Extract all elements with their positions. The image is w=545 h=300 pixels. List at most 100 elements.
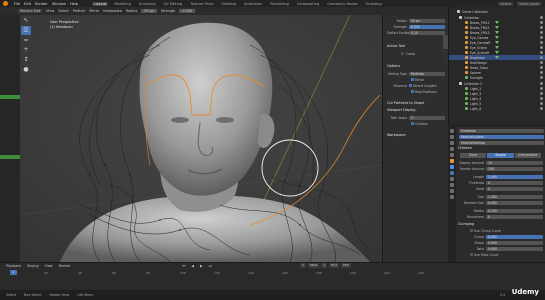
world-tab-icon[interactable] [450, 153, 454, 157]
children-section[interactable]: Children [458, 146, 472, 150]
deflect-input[interactable]: 0.10 [409, 30, 445, 35]
interpolate-toggle[interactable]: Interpolate [103, 9, 122, 13]
particle-menu[interactable]: Particle [73, 9, 86, 13]
active-tool-section[interactable]: Active Tool [387, 44, 445, 49]
workspace-tab-modeling[interactable]: Modeling [112, 2, 132, 6]
modifier-tab-icon[interactable] [450, 165, 454, 169]
select-tool-icon[interactable]: ↖ [21, 16, 31, 25]
visibility-eye-icon[interactable] [540, 41, 543, 44]
options-section[interactable]: Options [387, 64, 445, 69]
current-frame-field[interactable]: 1 [300, 263, 306, 268]
object-tab-icon[interactable] [450, 159, 454, 163]
workspace-tab-animation[interactable]: Animation [242, 2, 264, 6]
seed-input[interactable]: 0 [486, 186, 543, 191]
particle-system-slot[interactable]: ParticleSystem [459, 134, 544, 139]
visibility-eye-icon[interactable] [540, 76, 543, 79]
visibility-eye-icon[interactable] [540, 26, 543, 29]
add-tool-icon[interactable]: + [21, 45, 31, 55]
scene-selector[interactable]: Scene [498, 1, 514, 6]
workspace-tab-scripting[interactable]: Scripting [364, 2, 384, 6]
visibility-eye-icon[interactable] [540, 66, 543, 69]
visibility-eye-icon[interactable] [540, 51, 543, 54]
display-amount-input[interactable]: 10 [486, 160, 543, 165]
workspace-tab-uv-editing[interactable]: UV Editing [162, 2, 185, 6]
editing-type-dropdown[interactable]: Particles [409, 71, 445, 76]
length-tool-icon[interactable]: ↕ [21, 55, 31, 65]
view-menu-timeline[interactable]: View [45, 264, 53, 268]
menu-help[interactable]: Help [70, 2, 78, 6]
strand-lengths-checkbox[interactable] [409, 84, 412, 87]
3d-viewport[interactable] [20, 15, 382, 262]
visibility-eye-icon[interactable] [540, 21, 543, 24]
visibility-eye-icon[interactable] [540, 97, 543, 100]
material-tab-icon[interactable] [450, 195, 454, 199]
marker-menu[interactable]: Marker [59, 264, 71, 268]
radius-input[interactable]: 50 px [409, 18, 445, 23]
viewport-display-section[interactable]: Viewport Display [387, 108, 445, 113]
mirror-checkbox[interactable] [411, 78, 414, 81]
comb-tool-icon[interactable]: ☰ [21, 25, 31, 35]
visibility-eye-icon[interactable] [540, 56, 543, 59]
playback-menu[interactable]: Playback [6, 264, 21, 268]
visibility-eye-icon[interactable] [540, 107, 543, 110]
random-size-input[interactable]: 0.000 [486, 200, 543, 205]
visibility-eye-icon[interactable] [540, 71, 543, 74]
visibility-eye-icon[interactable] [540, 46, 543, 49]
jump-end-icon[interactable]: ⏭ [209, 264, 212, 268]
start-frame-field[interactable]: 1 [321, 263, 328, 268]
puff-tool-icon[interactable]: ● [21, 65, 31, 74]
children-simple-tab[interactable]: Simple [487, 153, 515, 158]
children-checkbox[interactable] [411, 122, 414, 125]
visibility-eye-icon[interactable] [540, 92, 543, 95]
blender-logo-icon[interactable] [3, 1, 8, 6]
keying-menu[interactable]: Keying [27, 264, 38, 268]
render-amount-input[interactable]: 100 [486, 166, 543, 171]
physics-tab-icon[interactable] [450, 177, 454, 181]
timeline-ruler[interactable]: 0 20 40 60 80 100 120 140 160 180 200 22… [4, 271, 444, 276]
menu-edit[interactable]: Edit [24, 2, 31, 6]
render-tab-icon[interactable] [450, 135, 454, 139]
radius-prop-input[interactable]: 0.200 [486, 208, 543, 213]
constraints-tab-icon[interactable] [450, 183, 454, 187]
play-icon[interactable]: ▶ [200, 264, 203, 268]
path-steps-input[interactable]: 3 [409, 115, 445, 120]
menu-file[interactable]: File [14, 2, 20, 6]
children-none-tab[interactable]: None [460, 153, 488, 158]
particle-settings-field[interactable]: ParticleSettings [459, 140, 544, 145]
workspace-section[interactable]: Workspace [387, 133, 445, 138]
jump-start-icon[interactable]: ⏮ [182, 264, 185, 268]
visibility-eye-icon[interactable] [540, 87, 543, 90]
smooth-tool-icon[interactable]: ≈ [21, 35, 31, 45]
workspace-tab-shading[interactable]: Shading [219, 2, 238, 6]
scene-tab-icon[interactable] [450, 147, 454, 151]
length-input[interactable]: 1.000 [486, 174, 543, 179]
workspace-tab-compositing[interactable]: Compositing [295, 2, 322, 6]
size-input[interactable]: 1.000 [486, 194, 543, 199]
mode-selector[interactable]: Particle Edit [18, 9, 43, 13]
end-frame-field[interactable]: 250 [340, 263, 351, 268]
playhead[interactable]: 1 [10, 270, 17, 275]
root-positions-checkbox[interactable] [411, 90, 414, 93]
select-menu[interactable]: Select [58, 9, 68, 13]
workspace-tab-sculpting[interactable]: Sculpting [137, 2, 158, 6]
view-layer-selector[interactable]: View Layer [517, 1, 541, 6]
strength-input[interactable]: 0.500 [409, 24, 445, 29]
clumping-section[interactable]: Clumping [458, 222, 474, 226]
menu-window[interactable]: Window [52, 2, 66, 6]
shape-input[interactable]: 0.000 [486, 240, 543, 245]
outliner-row[interactable]: Light_6 [449, 106, 545, 111]
view-menu[interactable]: View [46, 9, 54, 13]
visibility-eye-icon[interactable] [540, 36, 543, 39]
particles-tab-icon[interactable] [450, 171, 454, 175]
mirror-toggle[interactable]: Mirror [89, 9, 99, 13]
workspace-tab-rendering[interactable]: Rendering [268, 2, 290, 6]
visibility-eye-icon[interactable] [540, 102, 543, 105]
threshold-input[interactable]: 0 [486, 180, 543, 185]
workspace-tab-geometry-nodes[interactable]: Geometry Nodes [325, 2, 359, 6]
workspace-tab-texture-paint[interactable]: Texture Paint [188, 2, 215, 6]
visibility-eye-icon[interactable] [540, 82, 543, 85]
tool-tab-icon[interactable] [450, 129, 454, 133]
menu-render[interactable]: Render [35, 2, 48, 6]
visibility-eye-icon[interactable] [540, 31, 543, 34]
use-twist-curve-checkbox[interactable] [470, 253, 473, 256]
